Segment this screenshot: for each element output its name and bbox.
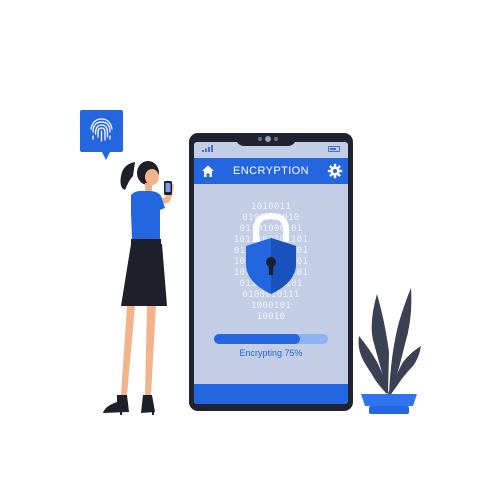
bottom-bar	[194, 384, 348, 404]
header-title: ENCRYPTION	[233, 165, 309, 177]
home-button[interactable]	[200, 163, 216, 179]
phone-screen: ENCRYPTION 1010011 0101100010 0110100010…	[194, 142, 348, 404]
progress-bar	[214, 334, 328, 344]
settings-button[interactable]	[327, 163, 343, 179]
battery-icon	[328, 146, 340, 152]
binary-circle: 1010011 0101100010 01101000101 101110010…	[206, 202, 336, 328]
smartphone: ENCRYPTION 1010011 0101100010 0110100010…	[189, 133, 353, 411]
progress-fill	[214, 334, 300, 344]
home-icon	[202, 165, 214, 177]
binary-line: 1000101	[250, 301, 292, 311]
binary-line: 1010011	[250, 202, 292, 212]
potted-plant	[355, 282, 423, 418]
progress-label: Encrypting 75%	[239, 348, 303, 358]
woman-holding-phone	[95, 150, 180, 420]
binary-line: 10010	[256, 312, 286, 322]
signal-icon	[202, 145, 213, 152]
padlock-shield-icon	[246, 212, 296, 294]
sensor-dot	[274, 137, 278, 141]
gear-icon	[327, 163, 343, 179]
camera-dot	[258, 137, 262, 141]
camera-lens	[265, 136, 271, 142]
phone-notch	[236, 133, 296, 146]
app-header: ENCRYPTION	[194, 158, 348, 184]
